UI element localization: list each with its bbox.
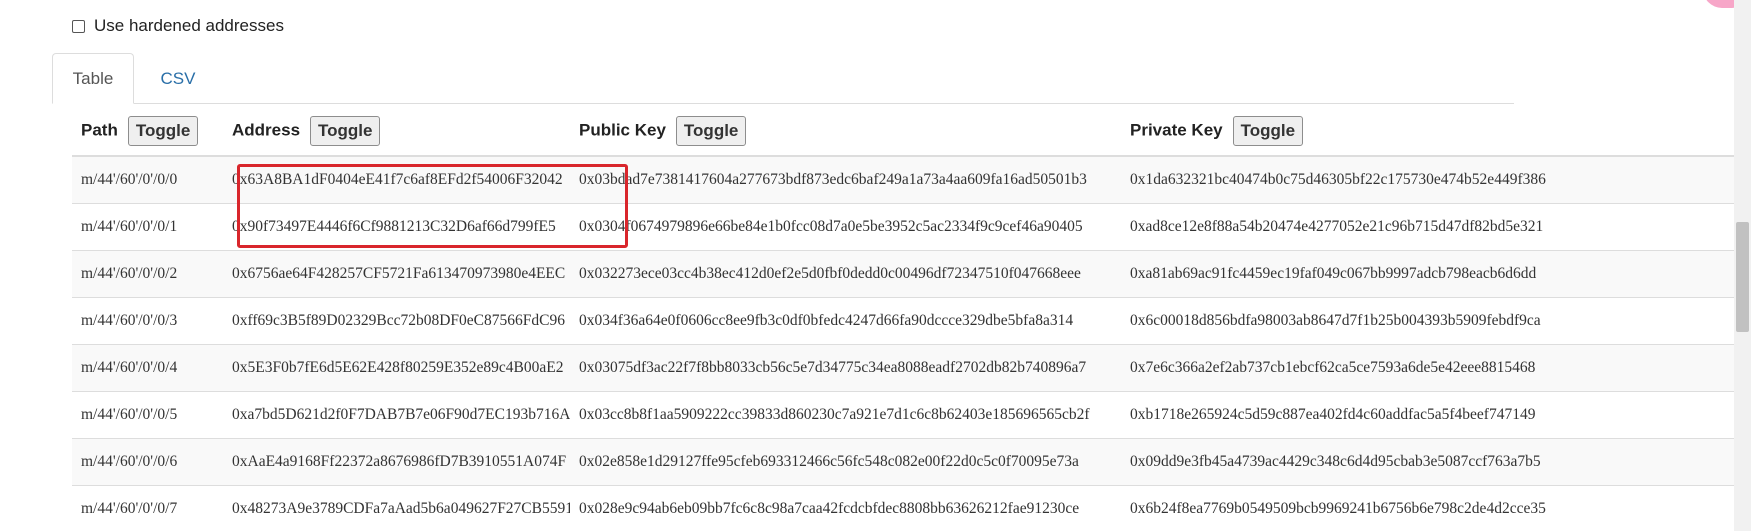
page: Use hardened addresses Table CSV Path Tog… xyxy=(0,0,1751,531)
private-key-cell: 0xb1718e265924c5d59c887ea402fd4c60addfac… xyxy=(1121,390,1751,438)
hardened-addresses-option[interactable]: Use hardened addresses xyxy=(72,14,284,38)
toggle-public-key-button[interactable]: Toggle xyxy=(675,115,747,146)
public-key-cell: 0x0304f0674979896e66be84e1b0fcc08d7a0e5b… xyxy=(570,202,1121,250)
address-cell: 0x6756ae64F428257CF5721Fa613470973980e4E… xyxy=(223,249,570,297)
address-cell: 0x5E3F0b7fE6d5E62E428f80259E352e89c4B00a… xyxy=(223,343,570,391)
table-row: m/44'/60'/0'/0/0 0x63A8BA1dF0404eE41f7c6… xyxy=(72,155,1751,203)
derived-addresses-table: Path Toggle Address Toggle Public Key Toggl… xyxy=(72,106,1751,531)
address-cell: 0xa7bd5D621d2f0F7DAB7B7e06F90d7EC193b716… xyxy=(223,390,570,438)
public-key-cell: 0x034f36a64e0f0606cc8ee9fb3c0df0bfedc424… xyxy=(570,296,1121,344)
path-cell: m/44'/60'/0'/0/6 xyxy=(72,437,223,485)
public-key-cell: 0x032273ece03cc4b38ec412d0ef2e5d0fbf0ded… xyxy=(570,249,1121,297)
hardened-addresses-label: Use hardened addresses xyxy=(94,16,284,35)
column-header-private-key: Private Key Toggle xyxy=(1121,106,1751,157)
path-cell: m/44'/60'/0'/0/0 xyxy=(72,155,223,203)
scrollbar-thumb[interactable] xyxy=(1736,222,1749,332)
private-key-cell: 0x6b24f8ea7769b0549509bcb9969241b6756b6e… xyxy=(1121,484,1751,531)
path-cell: m/44'/60'/0'/0/5 xyxy=(72,390,223,438)
column-header-path-label: Path xyxy=(81,119,118,139)
public-key-cell: 0x028e9c94ab6eb09bb7fc6c8c98a7caa42fcdcb… xyxy=(570,484,1121,531)
column-header-private-key-label: Private Key xyxy=(1130,119,1223,139)
hardened-addresses-checkbox[interactable] xyxy=(72,19,85,33)
toggle-path-button[interactable]: Toggle xyxy=(127,115,199,146)
tab-csv[interactable]: CSV xyxy=(134,53,222,104)
table-row: m/44'/60'/0'/0/6 0xAaE4a9168Ff22372a8676… xyxy=(72,437,1751,485)
address-cell: 0xAaE4a9168Ff22372a8676986fD7B3910551A07… xyxy=(223,437,570,485)
public-key-cell: 0x02e858e1d29127ffe95cfeb693312466c56fc5… xyxy=(570,437,1121,485)
path-cell: m/44'/60'/0'/0/1 xyxy=(72,202,223,250)
private-key-cell: 0x1da632321bc40474b0c75d46305bf22c175730… xyxy=(1121,155,1751,203)
address-cell: 0xff69c3B5f89D02329Bcc72b08DF0eC87566FdC… xyxy=(223,296,570,344)
path-cell: m/44'/60'/0'/0/7 xyxy=(72,484,223,531)
toggle-private-key-button[interactable]: Toggle xyxy=(1232,115,1304,146)
tab-table[interactable]: Table xyxy=(52,53,134,104)
tab-bar: Table CSV xyxy=(52,53,1514,104)
private-key-cell: 0x09dd9e3fb45a4739ac4429c348c6d4d95cbab3… xyxy=(1121,437,1751,485)
private-key-cell: 0xad8ce12e8f88a54b20474e4277052e21c96b71… xyxy=(1121,202,1751,250)
column-header-public-key: Public Key Toggle xyxy=(570,106,1121,157)
path-cell: m/44'/60'/0'/0/2 xyxy=(72,249,223,297)
table-row: m/44'/60'/0'/0/5 0xa7bd5D621d2f0F7DAB7B7… xyxy=(72,390,1751,438)
public-key-cell: 0x03075df3ac22f7f8bb8033cb56c5e7d34775c3… xyxy=(570,343,1121,391)
private-key-cell: 0xa81ab69ac91fc4459ec19faf049c067bb9997a… xyxy=(1121,249,1751,297)
path-cell: m/44'/60'/0'/0/3 xyxy=(72,296,223,344)
table-row: m/44'/60'/0'/0/7 0x48273A9e3789CDFa7aAad… xyxy=(72,484,1751,531)
column-header-public-key-label: Public Key xyxy=(579,119,666,139)
table-row: m/44'/60'/0'/0/3 0xff69c3B5f89D02329Bcc7… xyxy=(72,296,1751,344)
address-cell: 0x63A8BA1dF0404eE41f7c6af8EFd2f54006F320… xyxy=(223,155,570,203)
table-header-row: Path Toggle Address Toggle Public Key Toggl… xyxy=(72,106,1751,157)
public-key-cell: 0x03cc8b8f1aa5909222cc39833d860230c7a921… xyxy=(570,390,1121,438)
address-cell: 0x90f73497E4446f6Cf9881213C32D6af66d799f… xyxy=(223,202,570,250)
private-key-cell: 0x7e6c366a2ef2ab737cb1ebcf62ca5ce7593a6d… xyxy=(1121,343,1751,391)
table-row: m/44'/60'/0'/0/4 0x5E3F0b7fE6d5E62E428f8… xyxy=(72,343,1751,391)
address-cell: 0x48273A9e3789CDFa7aAad5b6a049627F27CB55… xyxy=(223,484,570,531)
private-key-cell: 0x6c00018d856bdfa98003ab8647d7f1b25b0043… xyxy=(1121,296,1751,344)
vertical-scrollbar[interactable] xyxy=(1734,0,1751,531)
column-header-address: Address Toggle xyxy=(223,106,570,157)
table-row: m/44'/60'/0'/0/2 0x6756ae64F428257CF5721… xyxy=(72,249,1751,297)
path-cell: m/44'/60'/0'/0/4 xyxy=(72,343,223,391)
column-header-path: Path Toggle xyxy=(72,106,223,157)
column-header-address-label: Address xyxy=(232,119,301,139)
table-row: m/44'/60'/0'/0/1 0x90f73497E4446f6Cf9881… xyxy=(72,202,1751,250)
public-key-cell: 0x03bdad7e7381417604a277673bdf873edc6baf… xyxy=(570,155,1121,203)
toggle-address-button[interactable]: Toggle xyxy=(310,115,381,146)
